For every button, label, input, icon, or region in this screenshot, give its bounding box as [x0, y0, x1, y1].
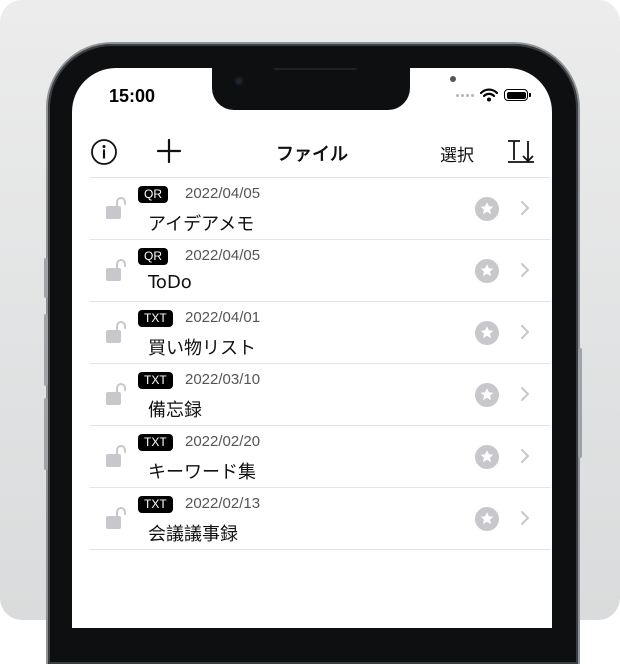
file-list: QR 2022/04/05 アイデアメモ QR 2022/04/05 ToDo TXT 202… — [90, 177, 550, 550]
lock-open-icon[interactable] — [104, 196, 126, 222]
file-type-badge: TXT — [138, 372, 173, 389]
chevron-right-icon — [521, 325, 529, 339]
star-icon[interactable] — [475, 259, 499, 283]
file-name: キーワード集 — [148, 462, 256, 483]
lock-open-icon[interactable] — [104, 382, 126, 408]
status-icons — [456, 88, 531, 102]
file-type-badge: TXT — [138, 310, 173, 327]
file-row[interactable]: TXT 2022/04/01 買い物リスト — [90, 301, 550, 363]
chevron-right-icon — [521, 387, 529, 401]
status-time: 15:00 — [109, 86, 156, 106]
file-name: アイデアメモ — [148, 214, 255, 235]
chevron-right-icon — [521, 263, 529, 277]
file-date: 2022/02/20 — [185, 433, 261, 450]
lock-open-icon[interactable] — [104, 258, 126, 284]
camera-icon — [234, 76, 244, 86]
file-row[interactable]: TXT 2022/03/10 備忘録 — [90, 363, 550, 425]
file-name: 買い物リスト — [148, 338, 256, 359]
star-icon[interactable] — [475, 197, 499, 221]
star-icon[interactable] — [475, 383, 499, 407]
file-row[interactable]: TXT 2022/02/13 会議議事録 — [90, 487, 550, 550]
wifi-icon — [480, 88, 498, 102]
file-date: 2022/04/05 — [185, 247, 261, 264]
file-row[interactable]: QR 2022/04/05 ToDo — [90, 239, 550, 301]
side-button — [44, 314, 48, 386]
select-button[interactable]: 選択 — [440, 141, 474, 166]
sort-icon[interactable] — [506, 136, 536, 166]
page-title: ファイル — [276, 144, 348, 165]
file-date: 2022/04/01 — [185, 309, 261, 326]
lock-open-icon[interactable] — [104, 506, 126, 532]
star-icon[interactable] — [475, 445, 499, 469]
lock-open-icon[interactable] — [104, 320, 126, 346]
file-name: ToDo — [148, 272, 192, 293]
signal-icon — [456, 93, 474, 97]
file-name: 会議議事録 — [148, 524, 238, 545]
screen: 15:00 ファイル 選択 QR 2022/04/05 アイデアメモ QR 2022/0… — [72, 68, 552, 628]
navigation-bar: ファイル 選択 — [72, 130, 552, 174]
chevron-right-icon — [521, 201, 529, 215]
lock-open-icon[interactable] — [104, 444, 126, 470]
file-date: 2022/03/10 — [185, 371, 261, 388]
sensor-dot — [450, 76, 456, 82]
notch — [212, 68, 410, 110]
file-type-badge: QR — [138, 186, 168, 203]
chevron-right-icon — [521, 449, 529, 463]
side-button — [578, 348, 582, 458]
file-date: 2022/02/13 — [185, 495, 261, 512]
file-row[interactable]: TXT 2022/02/20 キーワード集 — [90, 425, 550, 487]
star-icon[interactable] — [475, 507, 499, 531]
file-row[interactable]: QR 2022/04/05 アイデアメモ — [90, 177, 550, 239]
chevron-right-icon — [521, 511, 529, 525]
file-date: 2022/04/05 — [185, 185, 261, 202]
speaker — [272, 68, 358, 70]
battery-icon — [504, 89, 531, 101]
file-type-badge: TXT — [138, 434, 173, 451]
side-button — [44, 258, 48, 298]
file-type-badge: TXT — [138, 496, 173, 513]
star-icon[interactable] — [475, 321, 499, 345]
file-name: 備忘録 — [148, 400, 202, 421]
side-button — [44, 398, 48, 470]
file-type-badge: QR — [138, 248, 168, 265]
